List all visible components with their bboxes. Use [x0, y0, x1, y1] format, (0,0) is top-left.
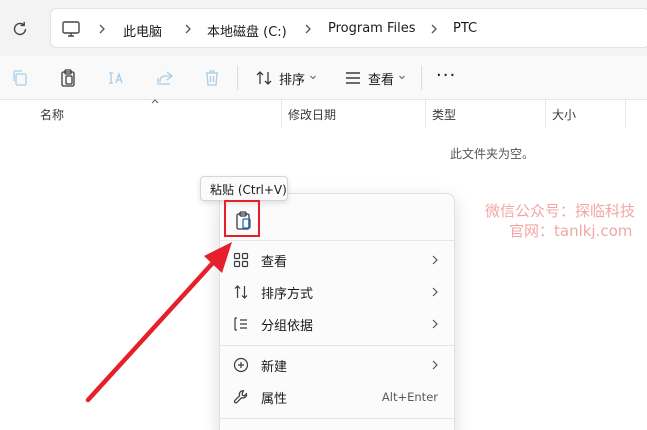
menu-item-new[interactable]: 新建 [220, 349, 454, 381]
column-header: 名称 修改日期 类型 大小 [0, 99, 647, 128]
copy-icon[interactable] [10, 68, 30, 88]
chevron-right-icon [432, 255, 438, 265]
chevron-right-icon [432, 360, 438, 370]
column-size[interactable]: 大小 [552, 106, 576, 123]
chevron-right-icon[interactable] [183, 21, 193, 37]
group-icon [234, 317, 247, 331]
menu-item-label: 分组依据 [261, 319, 314, 334]
column-divider[interactable] [625, 100, 626, 128]
computer-icon [62, 21, 80, 37]
highlight-box [224, 200, 260, 237]
column-name[interactable]: 名称 [40, 106, 64, 123]
watermark-line-2: 官网：tanlkj.com [509, 222, 633, 240]
sort-icon [234, 285, 248, 299]
refresh-icon[interactable] [10, 19, 30, 39]
toolbar-divider [421, 66, 422, 90]
share-icon[interactable] [155, 68, 175, 88]
shortcut-label: Alt+Enter [381, 390, 438, 404]
column-divider[interactable] [425, 100, 426, 128]
menu-separator [220, 345, 454, 346]
view-list-icon[interactable] [343, 68, 363, 88]
menu-item-group-by[interactable]: 分组依据 [220, 308, 454, 340]
delete-icon[interactable] [202, 68, 222, 88]
column-modified[interactable]: 修改日期 [288, 106, 336, 123]
paste-tooltip: 粘贴 (Ctrl+V) [200, 176, 288, 201]
menu-separator [220, 240, 454, 241]
column-divider[interactable] [545, 100, 546, 128]
menu-item-label: 排序方式 [261, 287, 314, 302]
menu-item-label: 新建 [261, 360, 288, 375]
chevron-right-icon[interactable] [303, 21, 313, 37]
address-bar-row: 此电脑 本地磁盘 (C:) Program Files PTC [0, 0, 647, 56]
menu-item-label: 查看 [261, 255, 288, 270]
menu-item-sort-by[interactable]: 排序方式 [220, 276, 454, 308]
menu-item-view[interactable]: 查看 [220, 244, 454, 276]
menu-separator [220, 418, 454, 419]
empty-folder-message: 此文件夹为空。 [450, 147, 535, 161]
command-bar: 排序 查看 ··· [0, 56, 647, 100]
menu-item-label: 属性 [261, 392, 288, 407]
breadcrumb-ptc[interactable]: PTC [453, 21, 477, 36]
chevron-down-icon[interactable] [309, 73, 317, 81]
more-options-button[interactable]: ··· [436, 67, 456, 85]
address-box[interactable]: 此电脑 本地磁盘 (C:) Program Files PTC [50, 8, 647, 48]
chevron-right-icon [432, 287, 438, 297]
watermark-line-1: 微信公众号：探临科技 [485, 202, 636, 220]
tooltip-text: 粘贴 (Ctrl+V) [210, 183, 287, 197]
menu-item-properties[interactable]: 属性 Alt+Enter [220, 381, 454, 413]
chevron-right-icon [432, 319, 438, 329]
column-type[interactable]: 类型 [432, 106, 456, 123]
rename-icon[interactable] [106, 68, 126, 88]
toolbar-divider [237, 66, 238, 90]
view-button[interactable]: 查看 [368, 69, 394, 88]
wrench-icon [233, 390, 248, 404]
breadcrumb-program-files[interactable]: Program Files [328, 21, 416, 36]
chevron-right-icon[interactable] [429, 21, 439, 37]
sort-ascending-icon [151, 99, 159, 104]
column-divider[interactable] [281, 100, 282, 128]
chevron-down-icon[interactable] [398, 73, 406, 81]
breadcrumb-this-pc[interactable]: 此电脑 [123, 21, 162, 40]
new-plus-icon [233, 357, 249, 373]
chevron-right-icon[interactable] [97, 21, 107, 37]
paste-icon[interactable] [58, 68, 78, 88]
view-grid-icon [233, 252, 249, 268]
breadcrumb-local-disk[interactable]: 本地磁盘 (C:) [207, 21, 287, 40]
sort-icon[interactable] [254, 68, 274, 88]
sort-button[interactable]: 排序 [279, 69, 305, 88]
